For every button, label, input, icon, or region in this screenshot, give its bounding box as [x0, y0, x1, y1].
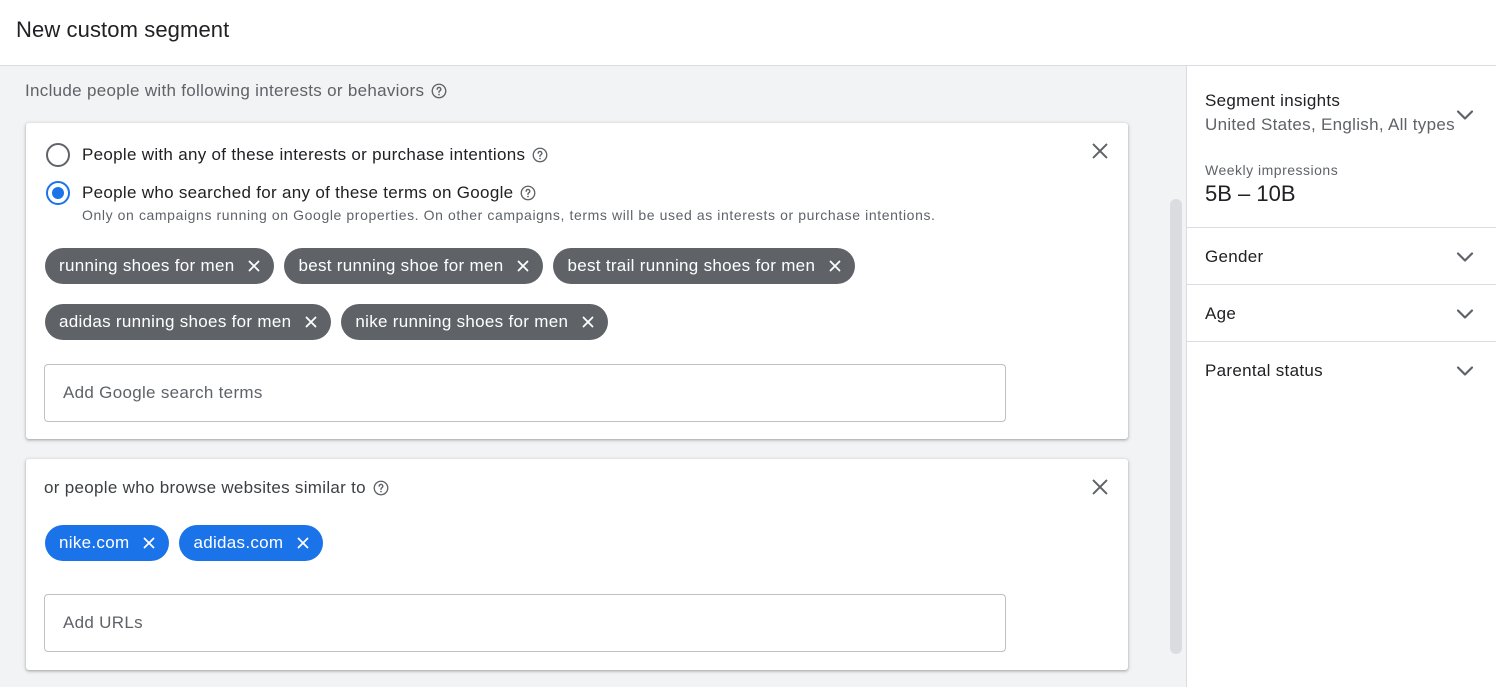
- accordion-gender[interactable]: Gender: [1187, 228, 1496, 285]
- help-icon[interactable]: [372, 479, 390, 497]
- section-label-text: Include people with following interests …: [25, 81, 425, 100]
- websites-title: or people who browse websites similar to: [44, 478, 390, 498]
- accordion-label: Parental status: [1205, 361, 1323, 380]
- close-icon[interactable]: [825, 256, 845, 276]
- section-label: Include people with following interests …: [25, 81, 448, 101]
- help-icon[interactable]: [430, 82, 448, 100]
- radio-button-searched[interactable]: [46, 181, 70, 205]
- chip-label: nike.com: [59, 533, 130, 552]
- radio-option-searched[interactable]: People who searched for any of these ter…: [46, 181, 537, 205]
- radio-option-interests[interactable]: People with any of these interests or pu…: [46, 143, 549, 167]
- chip-label: nike running shoes for men: [355, 312, 569, 331]
- chip-label: best running shoe for men: [298, 256, 504, 275]
- chip-label: adidas running shoes for men: [59, 312, 292, 331]
- close-icon[interactable]: [244, 256, 264, 276]
- close-icon[interactable]: [301, 312, 321, 332]
- websites-card: or people who browse websites similar to…: [26, 459, 1128, 670]
- websites-title-text: or people who browse websites similar to: [44, 478, 366, 497]
- accordion-label: Age: [1205, 304, 1237, 323]
- segment-insights: Segment insights United States, English,…: [1187, 66, 1496, 228]
- chevron-down-icon[interactable]: [1453, 359, 1477, 383]
- chip-label: running shoes for men: [59, 256, 235, 275]
- close-icon[interactable]: [139, 533, 159, 553]
- main-content: Include people with following interests …: [0, 66, 1186, 687]
- page-header: New custom segment: [0, 0, 1496, 66]
- impressions-label: Weekly impressions: [1205, 162, 1339, 178]
- scrollbar[interactable]: [1170, 199, 1182, 654]
- search-term-chips: running shoes for men best running shoe …: [45, 248, 1108, 340]
- chevron-down-icon[interactable]: [1453, 103, 1477, 127]
- close-icon[interactable]: [293, 533, 313, 553]
- page-title: New custom segment: [16, 17, 230, 42]
- urls-input[interactable]: [44, 594, 1006, 652]
- search-term-chip[interactable]: best running shoe for men: [284, 248, 544, 284]
- website-chips: nike.com adidas.com: [45, 525, 1108, 561]
- chevron-down-icon[interactable]: [1453, 245, 1477, 269]
- help-icon[interactable]: [519, 184, 537, 202]
- search-terms-input[interactable]: [44, 364, 1006, 422]
- impressions-value: 5B – 10B: [1205, 181, 1296, 206]
- insights-title: Segment insights: [1205, 91, 1341, 110]
- search-term-chip[interactable]: running shoes for men: [45, 248, 275, 284]
- chip-label: adidas.com: [193, 533, 284, 552]
- website-chip[interactable]: nike.com: [45, 525, 170, 561]
- search-terms-note: Only on campaigns running on Google prop…: [82, 207, 936, 223]
- insights-subtitle: United States, English, All types: [1205, 115, 1455, 134]
- chip-label: best trail running shoes for men: [567, 256, 816, 275]
- help-icon[interactable]: [531, 146, 549, 164]
- close-icon[interactable]: [1088, 139, 1112, 163]
- chevron-down-icon[interactable]: [1453, 302, 1477, 326]
- website-chip[interactable]: adidas.com: [179, 525, 324, 561]
- close-icon[interactable]: [578, 312, 598, 332]
- search-terms-card: People with any of these interests or pu…: [26, 123, 1128, 439]
- radio-label-searched: People who searched for any of these ter…: [82, 183, 514, 202]
- accordion-label: Gender: [1205, 247, 1264, 266]
- radio-button-interests[interactable]: [46, 143, 70, 167]
- accordion-age[interactable]: Age: [1187, 285, 1496, 342]
- search-term-chip[interactable]: adidas running shoes for men: [45, 304, 332, 340]
- close-icon[interactable]: [513, 256, 533, 276]
- search-term-chip[interactable]: nike running shoes for men: [341, 304, 609, 340]
- radio-label-interests: People with any of these interests or pu…: [82, 145, 526, 164]
- close-icon[interactable]: [1088, 475, 1112, 499]
- search-term-chip[interactable]: best trail running shoes for men: [553, 248, 856, 284]
- sidebar: Segment insights United States, English,…: [1186, 66, 1496, 687]
- accordion-parental-status[interactable]: Parental status: [1187, 342, 1496, 399]
